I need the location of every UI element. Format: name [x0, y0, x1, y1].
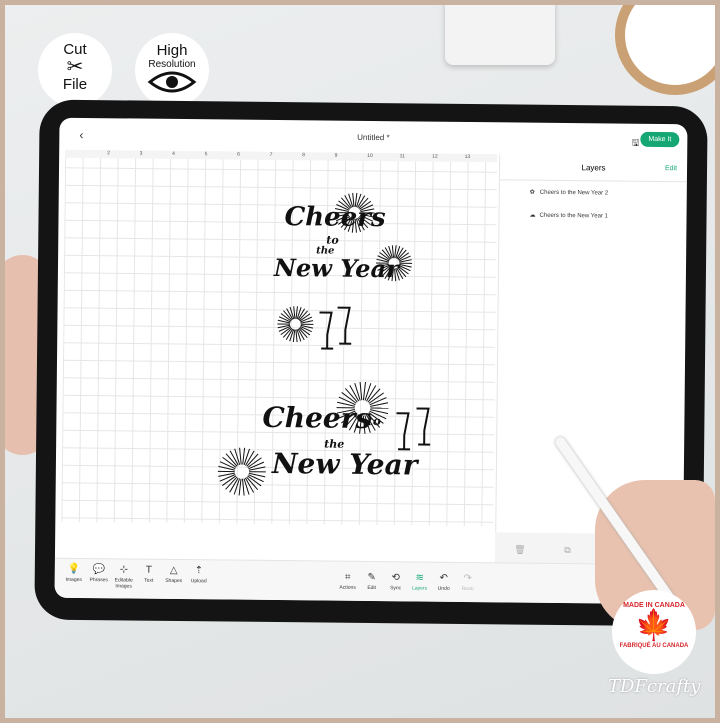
seal-bottom-text: FABRIQUÉ AU CANADA — [619, 643, 689, 649]
tool-editable-images[interactable]: ⊹ Editable Images — [111, 564, 137, 589]
brand-watermark: TDFcrafty — [608, 676, 701, 697]
high-resolution-badge: High Resolution — [135, 33, 209, 107]
tool-sync[interactable]: ⟲ Sync — [383, 572, 409, 591]
tool-icon: ↶ — [439, 572, 448, 584]
layer-thumbnail-icon: ☁ — [529, 212, 536, 219]
bottom-toolbar: 💡 Images 💬 Phrases ⊹ Editable Images T Text △ Sha… — [54, 557, 683, 605]
tool-label: Undo — [437, 585, 450, 592]
tool-shapes[interactable]: △ Shapes — [161, 565, 187, 584]
seal-top-text: MADE IN CANADA — [623, 602, 685, 609]
duplicate-icon[interactable]: ⧉ — [564, 545, 571, 556]
tool-undo[interactable]: ↶ Undo — [431, 573, 457, 592]
layers-title: Layers — [581, 163, 606, 173]
champagne-glass — [337, 306, 352, 345]
layer-label: Cheers to the New Year 1 — [539, 212, 608, 220]
firework-burst — [277, 306, 314, 343]
tool-label: Actions — [339, 584, 356, 591]
tool-edit[interactable]: ✎ Edit — [359, 572, 385, 591]
tool-label: Shapes — [165, 577, 183, 585]
layer-item[interactable]: ☁ Cheers to the New Year 1 — [499, 203, 686, 228]
tool-label: Editable Images — [114, 577, 133, 590]
firework-burst — [217, 447, 266, 496]
tool-icon: 💡 — [67, 563, 81, 575]
design-space-screen: ‹ Untitled * 🖫 Make It 2 3 4 5 6 7 8 9 10 11 12 13 … — [54, 117, 688, 605]
art-to-1: to — [326, 233, 339, 247]
delete-icon[interactable]: 🗑 — [514, 544, 526, 555]
art-new-year-2: New Year — [271, 446, 418, 482]
tool-icon: ⊹ — [119, 564, 129, 576]
tool-label: Sync — [390, 585, 402, 592]
tool-icon: ✎ — [367, 571, 376, 584]
save-icon[interactable]: 🖫 — [632, 136, 640, 152]
tool-icon: T — [145, 564, 152, 576]
tool-phrases[interactable]: 💬 Phrases — [86, 564, 112, 583]
scissors-icon: ✂ — [66, 56, 84, 78]
tool-text[interactable]: T Text — [136, 565, 162, 584]
tool-icon: ⟲ — [391, 572, 400, 584]
maple-leaf-icon: 🍁 — [635, 609, 673, 642]
tool-actions[interactable]: ⌗ Actions — [335, 572, 361, 591]
badge-text: High — [156, 42, 188, 59]
art-cheers-2: Cheers — [262, 400, 372, 436]
tool-layers[interactable]: ≋ Layers — [407, 572, 433, 591]
champagne-glass — [319, 311, 334, 350]
tool-label: Layers — [412, 585, 428, 592]
tool-icon: ⌗ — [344, 571, 351, 583]
tool-label: Text — [144, 577, 154, 584]
eye-icon — [147, 71, 197, 93]
tool-icon: ⇡ — [194, 565, 204, 577]
layer-label: Cheers to the New Year 2 — [539, 189, 609, 197]
tool-redo[interactable]: ↷ Redo — [455, 573, 481, 592]
layer-item[interactable]: ✿ Cheers to the New Year 2 — [500, 180, 687, 205]
project-title: Untitled * — [357, 132, 390, 143]
tool-label: Phrases — [89, 577, 108, 584]
tool-label: Edit — [367, 584, 376, 592]
mug — [615, 5, 715, 95]
made-in-canada-seal: MADE IN CANADA 🍁 FABRIQUÉ AU CANADA — [612, 590, 696, 674]
tool-label: Redo — [461, 585, 474, 593]
tool-upload[interactable]: ⇡ Upload — [186, 565, 212, 584]
art-to-2: to — [367, 413, 382, 429]
tool-icon: ≋ — [415, 572, 424, 584]
badge-text: File — [62, 76, 88, 93]
tool-images[interactable]: 💡 Images — [61, 564, 87, 583]
champagne-glass — [396, 412, 411, 451]
tool-icon: △ — [169, 564, 178, 576]
design-canvas[interactable]: 2 3 4 5 6 7 8 9 10 11 12 13 Cheers to the New Year … — [61, 149, 498, 527]
jar — [445, 5, 555, 65]
layers-edit-button[interactable]: Edit — [665, 156, 677, 182]
tool-label: Upload — [190, 578, 207, 585]
tool-label: Images — [65, 576, 82, 583]
layer-thumbnail-icon: ✿ — [529, 189, 535, 196]
art-cheers-1: Cheers — [284, 202, 386, 234]
make-it-button[interactable]: Make It — [640, 131, 680, 148]
badge-text: Resolution — [148, 59, 196, 70]
tool-icon: ↷ — [463, 572, 472, 585]
cut-file-badge: Cut ✂ File — [38, 33, 112, 107]
champagne-glass — [416, 407, 431, 446]
art-new-year-1: New Year — [273, 252, 399, 284]
tool-icon: 💬 — [92, 564, 106, 576]
